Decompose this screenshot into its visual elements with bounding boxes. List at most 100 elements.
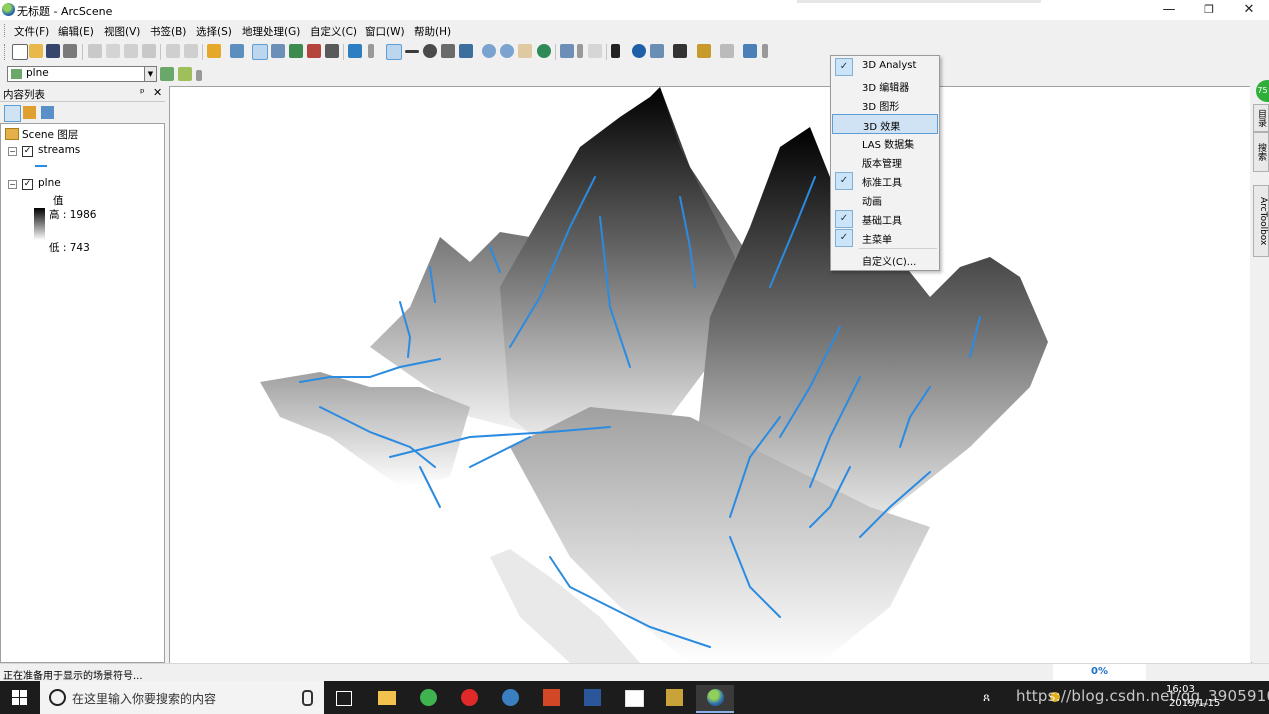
menu-windows[interactable]: 窗口(W) [365,24,405,39]
model-builder-icon[interactable] [348,44,362,58]
list-by-source-icon[interactable] [23,106,36,119]
menu-edit[interactable]: 编辑(E) [58,24,94,39]
measure-icon[interactable] [697,44,711,58]
add-data-icon[interactable] [207,44,221,58]
menu-file[interactable]: 文件(F) [14,24,49,39]
terrain-render[interactable] [170,87,1251,663]
arctoolbox-icon[interactable] [307,44,321,58]
toolbar-dropdown-icon[interactable] [762,44,768,58]
html-popup-icon[interactable] [650,44,664,58]
stream-line-symbol[interactable] [35,165,47,167]
layer-checkbox-plne[interactable]: ✓ [22,179,33,190]
microphone-icon[interactable] [302,690,313,706]
menu-item-3d-graphics[interactable]: 3D 图形 [832,95,938,113]
print-icon[interactable] [63,44,77,58]
set-observer-icon[interactable] [459,44,473,58]
select-elements-icon[interactable] [611,44,620,58]
steepest-path-icon[interactable] [178,67,192,81]
menu-item-3d-effects[interactable]: 3D 效果 [832,114,938,134]
menu-item-standard[interactable]: ✓ 标准工具 [832,171,938,190]
list-by-visibility-icon[interactable] [41,106,54,119]
toc-toggle-icon[interactable] [252,44,268,60]
restore-button[interactable]: ❐ [1189,0,1229,20]
word-icon[interactable] [573,685,611,711]
pin-icon[interactable]: ᵖ [140,86,145,99]
identify-icon[interactable] [632,44,646,58]
zoom-to-target-icon[interactable] [441,44,455,58]
browser-360-icon[interactable] [409,685,447,711]
people-icon[interactable]: ጸ [983,690,990,705]
task-view-icon[interactable] [324,685,362,711]
open-folder-icon[interactable] [29,44,43,58]
toolbar-grip[interactable] [4,44,8,60]
scene-properties-icon[interactable] [230,44,244,58]
menubar-grip[interactable] [4,24,8,37]
zoom-out-icon[interactable] [500,44,514,58]
catalog-window-icon[interactable] [271,44,285,58]
animation-icon[interactable] [720,44,734,58]
python-window-icon[interactable] [325,44,339,58]
elevation-color-ramp[interactable] [34,208,45,240]
cut-icon[interactable] [88,44,102,58]
menu-item-3d-analyst[interactable]: ✓ 3D Analyst [832,57,938,76]
zoom-in-icon[interactable] [482,44,496,58]
fly-icon[interactable] [405,50,419,53]
close-button[interactable]: ✕ [1229,0,1269,20]
scene-layers-label[interactable]: Scene 图层 [22,127,78,142]
layer-dropdown[interactable]: plne ▼ [7,66,157,82]
new-document-icon[interactable] [12,44,28,60]
find-binoculars-icon[interactable] [673,44,687,58]
list-by-drawing-order-icon[interactable] [4,105,21,122]
pan-hand-icon[interactable] [518,44,532,58]
layer-checkbox-streams[interactable]: ✓ [22,146,33,157]
minimize-button[interactable]: — [1149,0,1189,20]
arcscene-task-icon[interactable] [696,685,734,713]
select-features-icon[interactable] [560,44,574,58]
layer-name-streams[interactable]: streams [38,144,80,156]
full-extent-icon[interactable] [537,44,551,58]
arccatalog-icon[interactable] [491,685,529,711]
arctoolbox-task-icon[interactable] [655,685,693,711]
save-icon[interactable] [46,44,60,58]
toolbar-dropdown-icon[interactable] [577,44,583,58]
chevron-down-icon[interactable]: ▼ [144,67,156,81]
menu-item-las-dataset[interactable]: LAS 数据集 [832,133,938,151]
file-explorer-icon[interactable] [368,685,406,711]
menu-geoprocessing[interactable]: 地理处理(G) [242,24,300,39]
menu-item-versioning[interactable]: 版本管理 [832,152,938,170]
menu-bookmarks[interactable]: 书签(B) [150,24,186,39]
clear-selection-icon[interactable] [588,44,602,58]
copy-icon[interactable] [106,44,120,58]
photos-icon[interactable] [614,685,652,711]
toolbar-dropdown-icon[interactable] [368,44,374,58]
toolbar-dropdown-icon[interactable] [196,70,202,81]
menu-help[interactable]: 帮助(H) [414,24,451,39]
menu-item-3d-editor[interactable]: 3D 编辑器 [832,76,938,94]
arctoolbox-tab[interactable]: ArcToolbox [1253,185,1269,257]
menu-item-customize[interactable]: 自定义(C)... [832,250,938,268]
menu-item-main-menu[interactable]: ✓ 主菜单 [832,228,938,247]
menu-item-tools[interactable]: ✓ 基础工具 [832,209,938,228]
menu-customize[interactable]: 自定义(C) [310,24,357,39]
scene-view[interactable] [169,86,1252,664]
menu-view[interactable]: 视图(V) [104,24,140,39]
interpolate-line-icon[interactable] [160,67,174,81]
delete-icon[interactable] [142,44,156,58]
layer-name-plne[interactable]: plne [38,177,61,189]
3d-analyst-icon[interactable] [743,44,757,58]
close-icon[interactable]: ✕ [153,86,162,99]
menu-item-animation[interactable]: 动画 [832,190,938,208]
search-tab[interactable]: 搜索 [1253,132,1269,172]
catalog-tab[interactable]: 目录 [1253,104,1269,132]
center-on-target-icon[interactable] [423,44,437,58]
taskbar-search-box[interactable]: 在这里输入你要搜索的内容 [40,681,324,714]
menu-selection[interactable]: 选择(S) [196,24,232,39]
undo-icon[interactable] [166,44,180,58]
powerpoint-icon[interactable] [532,685,570,711]
collapse-icon[interactable]: − [8,147,17,156]
windows-start-icon[interactable] [12,690,27,705]
netease-music-icon[interactable] [450,685,488,711]
search-window-icon[interactable] [289,44,303,58]
navigate-icon[interactable] [386,44,402,60]
redo-icon[interactable] [184,44,198,58]
